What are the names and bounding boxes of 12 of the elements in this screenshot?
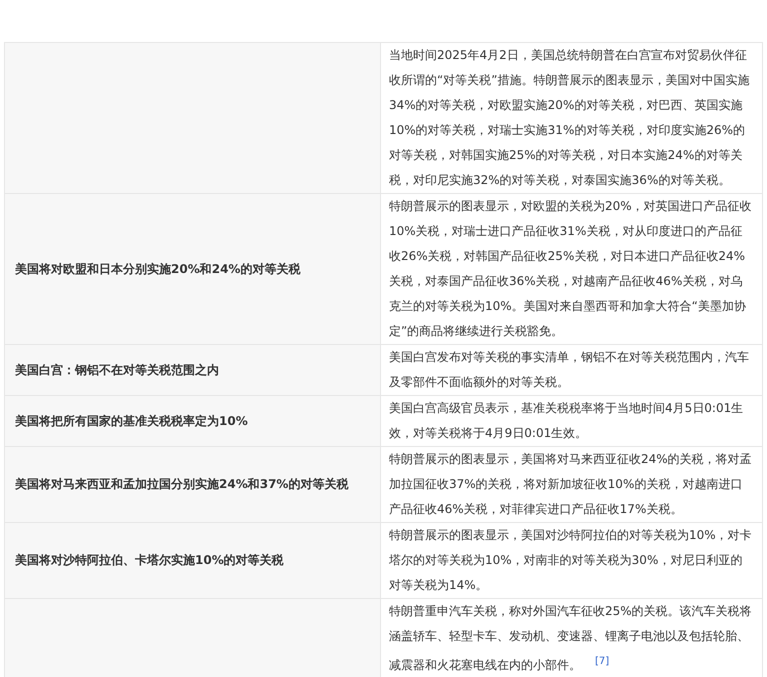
event-description: 美国白宫发布对等关税的事实清单，钢铝不在对等关税范围内，汽车及零部件不面临额外的对等关税。 (389, 350, 749, 389)
event-description: 美国白宫高级官员表示，基准关税税率将于当地时间4月5日0:01生效，对等关税将于4月9日0:01生效。 (389, 401, 744, 440)
event-heading: 美国将对欧盟和日本分别实施20%和24%的对等关税 (15, 262, 300, 276)
citation-link[interactable]: [7] (595, 656, 610, 667)
event-description: 当地时间2025年4月2日，美国总统特朗普在白宫宣布对贸易伙伴征收所谓的“对等关税”措施。特朗普展示的图表显示，美国对中国实施34%的对等关税，对欧盟实施20%的对等关税，对巴西、英国实施10%的对等关税，对瑞士实施31%的对等关税，对印度实施26%的对等关税，对韩国实施25%的对等关税，对日本实施24%的对等关税，对印尼实施32%的对等关税，对泰国实施36%的对等关税。 (389, 48, 750, 187)
event-description: 特朗普展示的图表显示，美国将对马来西亚征收24%的关税，将对孟加拉国征收37%的关税，将对新加坡征收10%的关税，对越南进口产品征收46%关税，对菲律宾进口产品征收17%关税。 (389, 452, 752, 516)
event-heading: 美国白宫：钢铝不在对等关税范围之内 (15, 362, 219, 376)
event-heading: 美国将对沙特阿拉伯、卡塔尔实施10%的对等关税 (15, 553, 284, 567)
event-description: 特朗普展示的图表显示，对欧盟的关税为20%，对英国进口产品征收10%关税，对瑞士进口产品征收31%关税，对从印度进口的产品征收26%关税，对韩国产品征收25%关税，对日本进口产品征收24%关税，对泰国产品征收36%关税，对越南产品征收46%关税，对乌克兰的对等关税为10%。美国对来自墨西哥和加拿大符合“美墨加协定”的商品将继续进行关税豁免。 (389, 199, 752, 338)
event-heading: 美国将把所有国家的基准关税税率定为10% (15, 414, 248, 428)
event-heading: 美国将对马来西亚和孟加拉国分别实施24%和37%的对等关税 (15, 477, 348, 491)
event-description: 特朗普展示的图表显示，美国对沙特阿拉伯的对等关税为10%，对卡塔尔的对等关税为10%，对南非的对等关税为30%，对尼日利亚的对等关税为14%。 (389, 528, 752, 592)
